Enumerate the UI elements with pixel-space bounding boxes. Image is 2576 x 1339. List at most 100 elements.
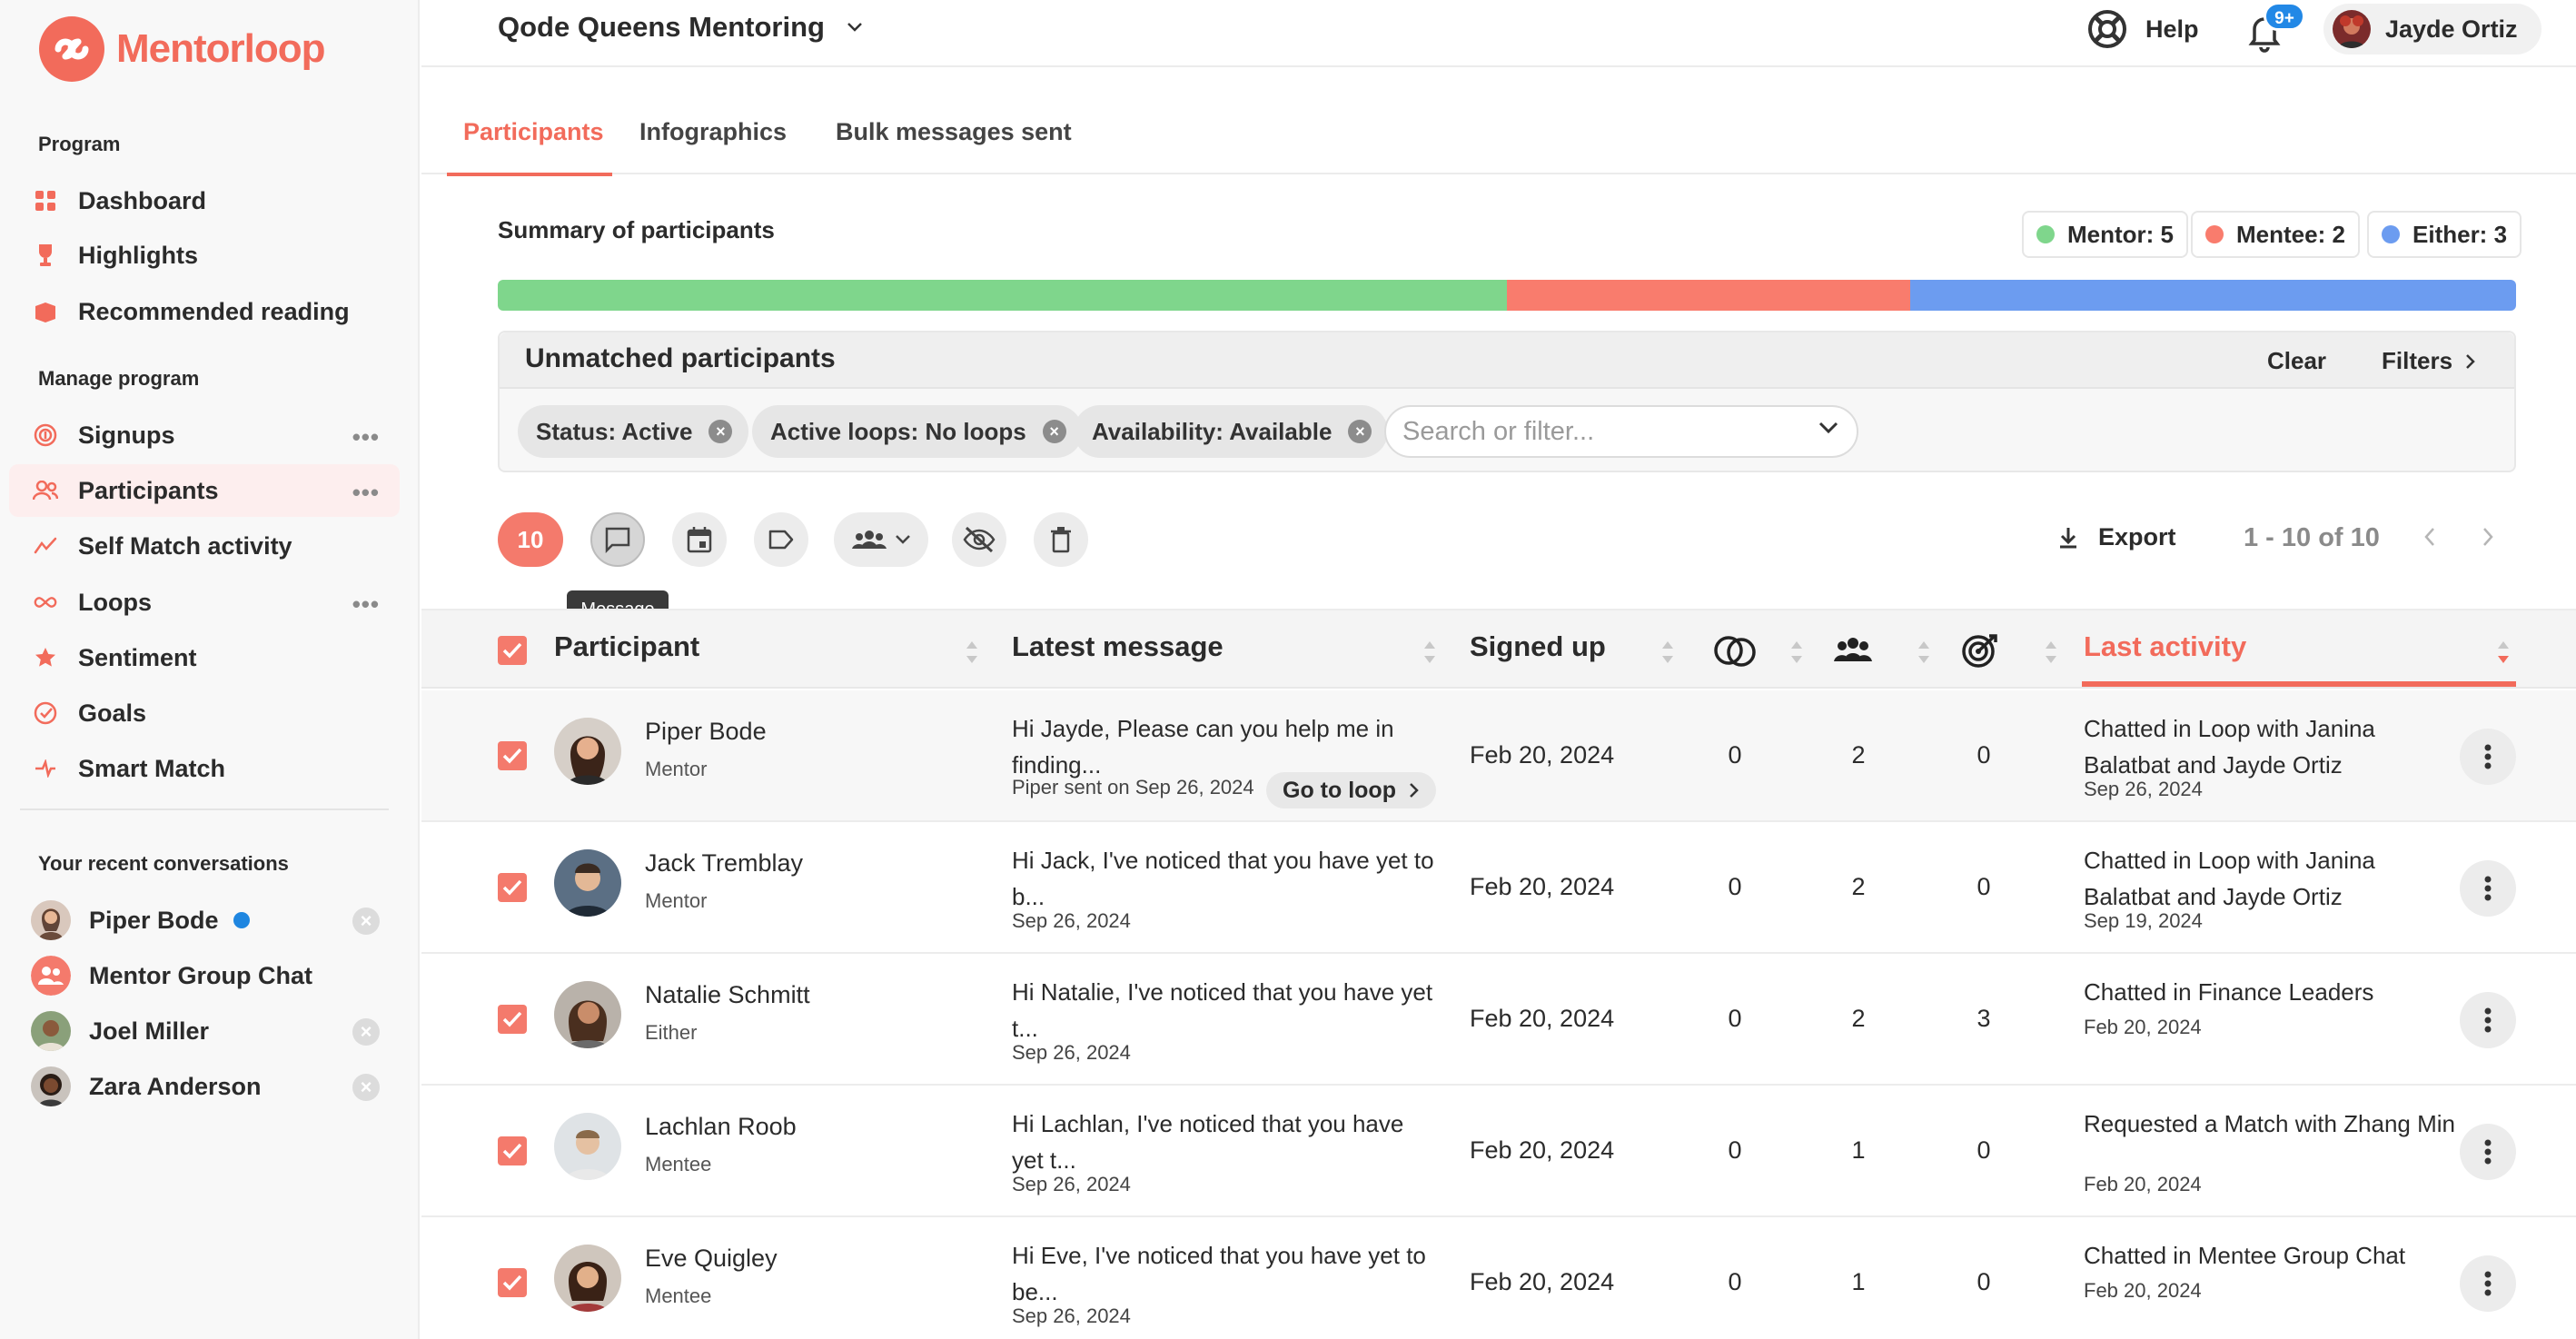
- column-participant[interactable]: Participant: [554, 630, 699, 663]
- remove-chip-icon[interactable]: ×: [1348, 420, 1372, 443]
- row-actions-button[interactable]: [2460, 992, 2516, 1048]
- filters-button[interactable]: Filters: [2382, 347, 2476, 375]
- table-row[interactable]: Lachlan Roob Mentee Hi Lachlan, I've not…: [421, 1086, 2576, 1217]
- tab-participants[interactable]: Participants: [447, 118, 612, 176]
- sort-icon[interactable]: [1660, 640, 1675, 665]
- sidebar-item-smart-match[interactable]: Smart Match: [9, 742, 400, 795]
- fingerprint-icon: [33, 422, 58, 448]
- avatar[interactable]: [554, 1245, 621, 1312]
- export-button[interactable]: Export: [2058, 523, 2176, 551]
- sidebar-item-highlights[interactable]: Highlights: [9, 229, 400, 282]
- row-actions-button[interactable]: [2460, 729, 2516, 785]
- sort-icon[interactable]: [1422, 640, 1437, 665]
- group-actions-dropdown[interactable]: [834, 512, 928, 567]
- remove-chip-icon[interactable]: ×: [1042, 420, 1066, 443]
- conversation-zara-anderson[interactable]: Zara Anderson ×: [31, 1061, 391, 1112]
- help-button[interactable]: Help: [2087, 9, 2199, 49]
- user-avatar: [2333, 10, 2371, 48]
- search-filter-field[interactable]: [1384, 405, 1858, 458]
- column-latest-message[interactable]: Latest message: [1012, 630, 1224, 663]
- tab-bulk-messages-sent[interactable]: Bulk messages sent: [836, 118, 1072, 174]
- close-conversation-icon[interactable]: ×: [352, 1018, 380, 1046]
- close-conversation-icon[interactable]: ×: [352, 1074, 380, 1101]
- sort-icon[interactable]: [1917, 640, 1931, 665]
- more-options-icon[interactable]: •••: [352, 479, 380, 507]
- sidebar-item-label: Recommended reading: [78, 297, 350, 325]
- loops-column-icon[interactable]: [1711, 630, 1760, 670]
- table-row[interactable]: Natalie Schmitt Either Hi Natalie, I've …: [421, 954, 2576, 1086]
- row-checkbox[interactable]: [498, 741, 527, 770]
- filter-chip-availability[interactable]: Availability: Available ×: [1074, 405, 1389, 458]
- participant-role: Mentor: [645, 758, 708, 780]
- row-actions-button[interactable]: [2460, 1124, 2516, 1180]
- conversation-mentor-group-chat[interactable]: Mentor Group Chat: [31, 950, 391, 1001]
- avatar[interactable]: [554, 849, 621, 917]
- column-last-activity[interactable]: Last activity: [2084, 630, 2246, 663]
- table-row[interactable]: Eve Quigley Mentee Hi Eve, I've noticed …: [421, 1217, 2576, 1339]
- conversation-piper-bode[interactable]: Piper Bode ×: [31, 895, 391, 946]
- participant-name[interactable]: Natalie Schmitt: [645, 981, 810, 1009]
- clear-filters-button[interactable]: Clear: [2267, 347, 2326, 375]
- signed-up-date: Feb 20, 2024: [1470, 1136, 1615, 1164]
- hide-button[interactable]: [952, 512, 1006, 567]
- table-row[interactable]: Piper Bode Mentor Hi Jayde, Please can y…: [421, 690, 2576, 822]
- participant-name[interactable]: Piper Bode: [645, 718, 767, 746]
- chevron-down-icon[interactable]: [1818, 422, 1838, 434]
- goals-column-icon[interactable]: [1960, 632, 2000, 669]
- avatar[interactable]: [554, 718, 621, 785]
- selected-count-badge[interactable]: 10: [498, 512, 563, 567]
- delete-button[interactable]: [1034, 512, 1088, 567]
- sort-icon[interactable]: [965, 640, 979, 665]
- conversation-joel-miller[interactable]: Joel Miller ×: [31, 1006, 391, 1056]
- sidebar-item-signups[interactable]: Signups •••: [9, 409, 400, 461]
- row-checkbox[interactable]: [498, 1136, 527, 1165]
- row-checkbox[interactable]: [498, 1005, 527, 1034]
- remove-chip-icon[interactable]: ×: [708, 420, 733, 443]
- tag-button[interactable]: [754, 512, 808, 567]
- participant-name[interactable]: Jack Tremblay: [645, 849, 803, 878]
- help-label: Help: [2145, 15, 2199, 43]
- next-page-icon[interactable]: [2482, 527, 2494, 547]
- sidebar-item-recommended-reading[interactable]: Recommended reading: [9, 285, 400, 338]
- self-match-icon: [33, 533, 58, 559]
- go-to-loop-button[interactable]: Go to loop: [1266, 772, 1436, 808]
- program-switcher[interactable]: Qode Queens Mentoring: [498, 11, 863, 44]
- groups-column-icon[interactable]: [1833, 636, 1873, 663]
- mentorloop-logo[interactable]: Mentorloop: [38, 16, 326, 82]
- sidebar-item-goals[interactable]: Goals: [9, 687, 400, 739]
- close-conversation-icon[interactable]: ×: [352, 908, 380, 935]
- legend-mentee: Mentee: 2: [2191, 211, 2360, 258]
- legend-label: Mentor: 5: [2067, 220, 2174, 248]
- participant-name[interactable]: Eve Quigley: [645, 1245, 778, 1273]
- row-checkbox[interactable]: [498, 873, 527, 902]
- tab-infographics[interactable]: Infographics: [639, 118, 787, 174]
- more-options-icon[interactable]: •••: [352, 423, 380, 451]
- schedule-button[interactable]: [672, 512, 727, 567]
- table-row[interactable]: Jack Tremblay Mentor Hi Jack, I've notic…: [421, 822, 2576, 954]
- sidebar-item-participants[interactable]: Participants •••: [9, 464, 400, 517]
- sort-icon[interactable]: [1789, 640, 1804, 665]
- sidebar-item-self-match-activity[interactable]: Self Match activity: [9, 520, 400, 572]
- sort-descending-icon[interactable]: [2496, 640, 2511, 665]
- more-options-icon[interactable]: •••: [352, 590, 380, 619]
- row-actions-button[interactable]: [2460, 860, 2516, 917]
- row-actions-button[interactable]: [2460, 1255, 2516, 1312]
- sidebar-item-sentiment[interactable]: Sentiment: [9, 631, 400, 684]
- sort-icon[interactable]: [2044, 640, 2058, 665]
- filter-chip-active-loops[interactable]: Active loops: No loops ×: [752, 405, 1083, 458]
- select-all-checkbox[interactable]: [498, 636, 527, 665]
- message-button[interactable]: [590, 512, 645, 567]
- avatar[interactable]: [554, 981, 621, 1048]
- column-signed-up[interactable]: Signed up: [1470, 630, 1606, 663]
- previous-page-icon[interactable]: [2423, 527, 2436, 547]
- row-checkbox[interactable]: [498, 1268, 527, 1297]
- sidebar-item-loops[interactable]: Loops •••: [9, 576, 400, 629]
- filter-chip-status[interactable]: Status: Active ×: [518, 405, 749, 458]
- participant-name[interactable]: Lachlan Roob: [645, 1113, 797, 1141]
- user-menu-button[interactable]: Jayde Ortiz: [2323, 4, 2541, 55]
- loops-count: 0: [1728, 1005, 1742, 1032]
- trophy-icon: [33, 243, 58, 268]
- search-input[interactable]: [1402, 416, 1802, 447]
- avatar[interactable]: [554, 1113, 621, 1180]
- sidebar-item-dashboard[interactable]: Dashboard: [9, 174, 400, 227]
